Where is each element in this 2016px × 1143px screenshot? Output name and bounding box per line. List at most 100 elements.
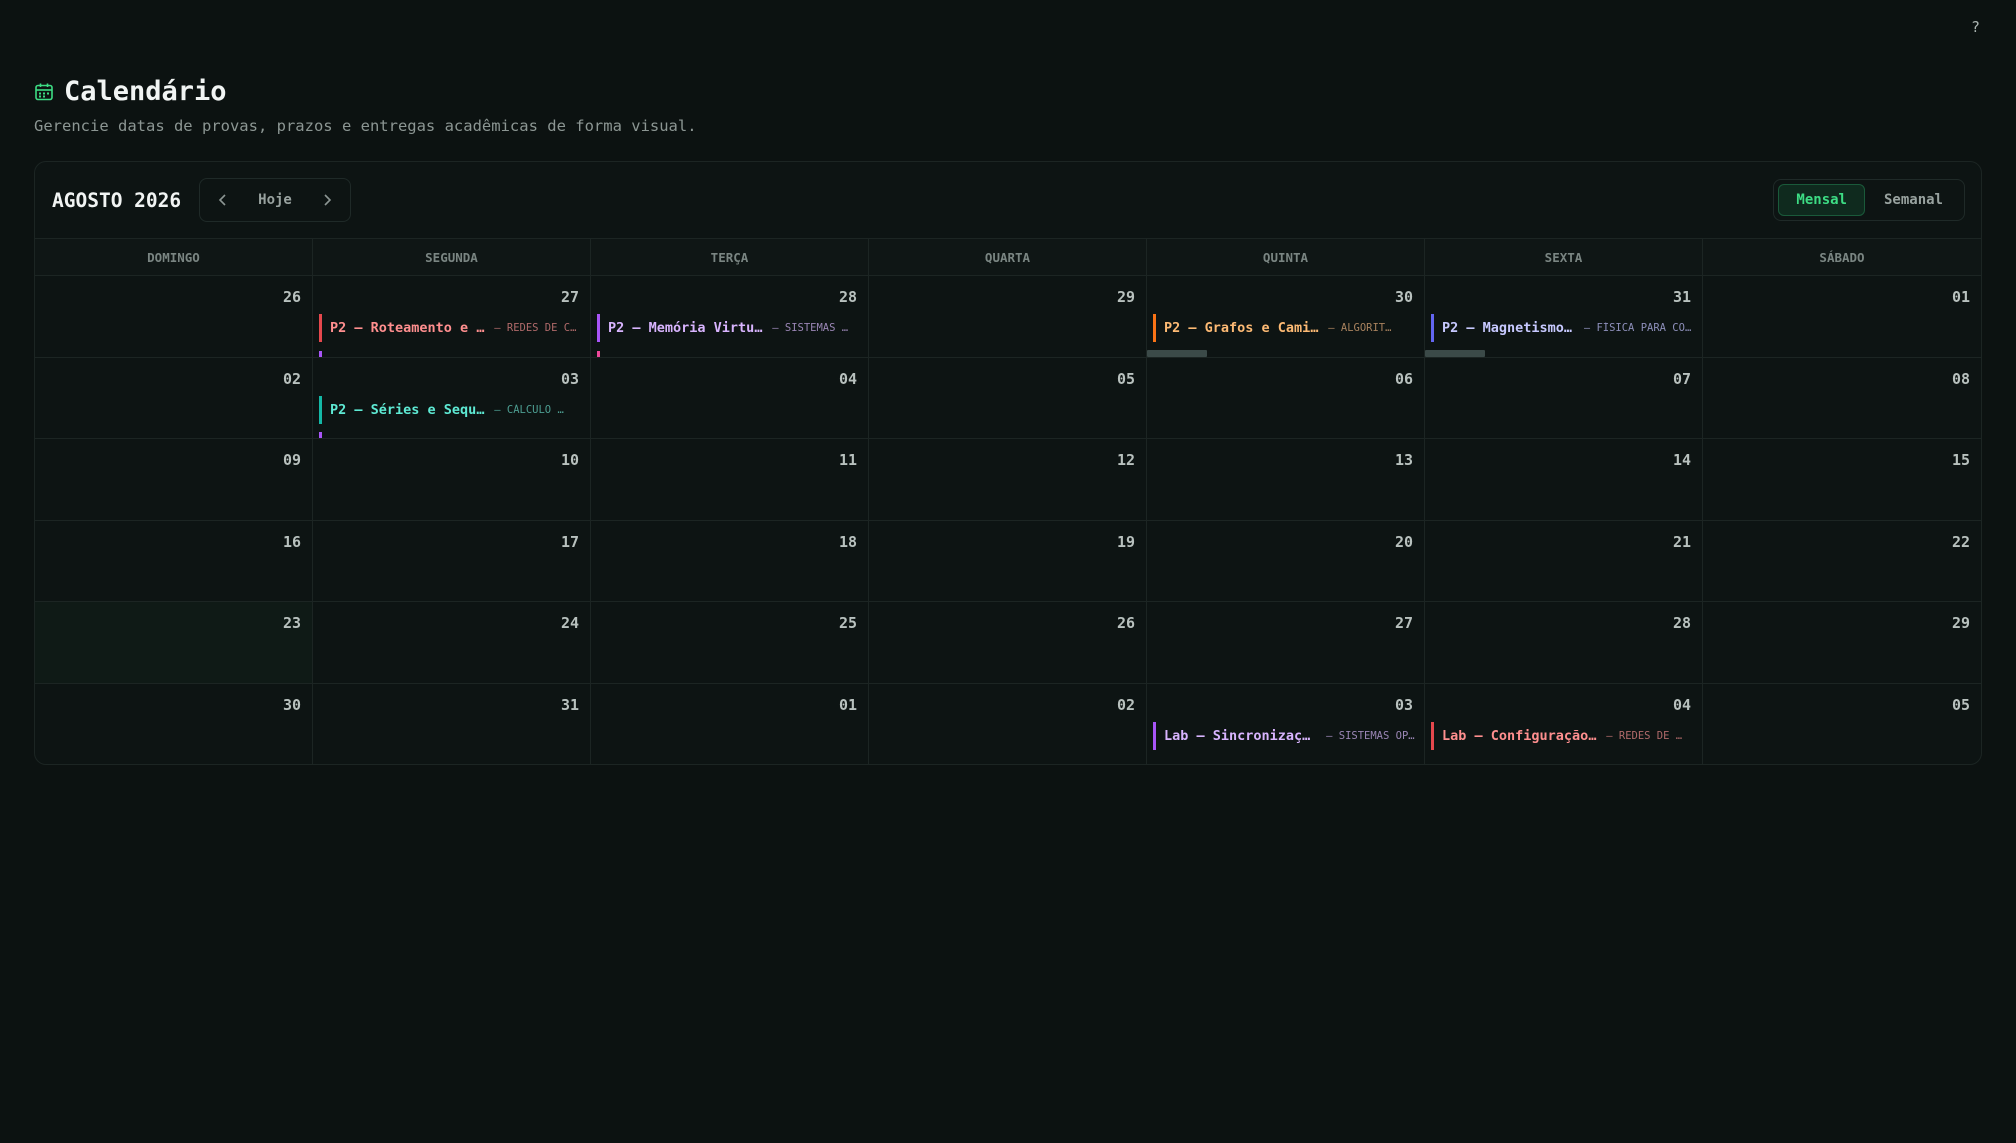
day-cell[interactable]: 25 — [591, 602, 869, 684]
day-cell[interactable]: 09 — [35, 439, 313, 521]
calendar-card: AGOSTO 2026 Hoje Mensal Semanal DOMINGO S… — [34, 161, 1982, 765]
day-number: 07 — [1672, 369, 1691, 388]
day-cell[interactable]: 26 — [35, 276, 313, 358]
day-cell[interactable]: 16 — [35, 520, 313, 602]
day-number: 29 — [1116, 288, 1135, 306]
today-button[interactable]: Hoje — [242, 192, 308, 208]
day-number: 31 — [560, 695, 579, 714]
day-cell[interactable]: 21 — [1425, 520, 1703, 602]
day-cell[interactable]: 26 — [869, 602, 1147, 684]
day-cell[interactable]: 04 — [591, 357, 869, 439]
more-events-indicator[interactable] — [1147, 349, 1207, 357]
calendar-event[interactable]: P2 — Memória Virtual … — SISTEMAS … — [597, 314, 860, 342]
day-number: 26 — [282, 288, 301, 306]
day-cell[interactable]: 01 — [591, 683, 869, 764]
more-events-marker[interactable] — [597, 350, 600, 357]
day-number: 15 — [1951, 451, 1970, 469]
day-cell[interactable]: 29 — [869, 276, 1147, 358]
day-cell[interactable]: 28 — [1425, 602, 1703, 684]
weekday-label: DOMINGO — [35, 239, 313, 275]
calendar-event[interactable]: Lab — Configuração de… — REDES DE … — [1431, 721, 1694, 750]
event-title: P2 — Séries e Sequênci… — [330, 401, 486, 418]
day-cell[interactable]: 05 — [869, 357, 1147, 439]
day-number: 24 — [560, 614, 579, 632]
day-cell[interactable]: 08 — [1703, 358, 1981, 439]
more-events-indicator[interactable] — [1425, 349, 1485, 357]
more-events-marker[interactable] — [319, 432, 322, 438]
day-number: 29 — [1951, 614, 1970, 632]
event-title: P2 — Magnetismo … — [1442, 320, 1576, 336]
day-number: 18 — [838, 532, 857, 551]
event-title: P2 — Grafos e Caminho M… — [1164, 320, 1320, 336]
day-cell[interactable]: 28 P2 — Memória Virtual … — SISTEMAS … — [591, 276, 869, 358]
day-number: 25 — [838, 614, 857, 632]
day-number: 16 — [282, 532, 301, 551]
day-number: 14 — [1672, 451, 1691, 469]
day-number: 27 — [560, 288, 579, 306]
day-number: 06 — [1394, 369, 1413, 388]
calendar-toolbar: AGOSTO 2026 Hoje Mensal Semanal — [35, 162, 1981, 239]
day-cell[interactable]: 10 — [313, 439, 591, 521]
day-cell[interactable]: 03 P2 — Séries e Sequênci… — CÁLCULO … — [313, 357, 591, 439]
day-cell[interactable]: 29 — [1703, 602, 1981, 684]
weekday-label: TERÇA — [591, 239, 869, 275]
day-cell[interactable]: 18 — [591, 520, 869, 602]
day-cell[interactable]: 20 — [1147, 520, 1425, 602]
day-cell[interactable]: 03 Lab — Sincronização… — SISTEMAS OPE… — [1147, 683, 1425, 764]
day-cell[interactable]: 14 — [1425, 439, 1703, 521]
day-cell[interactable]: 01 — [1703, 276, 1981, 358]
day-cell[interactable]: 23 — [35, 602, 313, 684]
day-cell[interactable]: 05 — [1703, 684, 1981, 765]
weekly-view-button[interactable]: Semanal — [1867, 184, 1960, 216]
page-header: Calendário Gerencie datas de provas, pra… — [34, 76, 697, 135]
month-label: AGOSTO 2026 — [52, 188, 182, 212]
day-cell[interactable]: 19 — [869, 520, 1147, 602]
weekday-header: DOMINGO SEGUNDA TERÇA QUARTA QUINTA SEXTA SÁBA… — [35, 239, 1981, 276]
day-cell[interactable]: 04 Lab — Configuração de… — REDES DE … — [1425, 683, 1703, 764]
day-cell[interactable]: 30 P2 — Grafos e Caminho M… — ALGORIT… — [1147, 276, 1425, 358]
weekday-label: SÁBADO — [1819, 249, 1865, 265]
day-cell[interactable]: 02 — [869, 683, 1147, 764]
event-course: — SISTEMAS OPE… — [1326, 729, 1416, 742]
day-cell[interactable]: 02 — [35, 357, 313, 439]
day-cell[interactable]: 12 — [869, 439, 1147, 521]
day-number: 10 — [560, 451, 579, 469]
calendar-icon — [34, 82, 54, 102]
page-title: Calendário — [64, 76, 227, 107]
calendar-event[interactable]: Lab — Sincronização… — SISTEMAS OPE… — [1153, 721, 1416, 750]
help-button[interactable]: ? — [1971, 18, 1980, 36]
event-title: P2 — Roteamento e E… — [330, 320, 487, 336]
day-cell[interactable]: 27 — [1147, 602, 1425, 684]
calendar-event[interactable]: P2 — Magnetismo … — FÍSICA PARA COM… — [1431, 314, 1694, 342]
day-cell[interactable]: 22 — [1703, 521, 1981, 602]
day-cell[interactable]: 15 — [1703, 439, 1981, 521]
day-cell[interactable]: 17 — [313, 520, 591, 602]
day-number: 30 — [282, 695, 301, 714]
day-number: 03 — [1394, 695, 1413, 714]
more-events-marker[interactable] — [319, 350, 322, 357]
day-cell[interactable]: 31 — [313, 683, 591, 764]
day-cell[interactable]: 07 — [1425, 357, 1703, 439]
next-month-button[interactable] — [310, 185, 344, 215]
day-number: 02 — [282, 369, 301, 388]
calendar-event[interactable]: P2 — Roteamento e E… — REDES DE CO… — [319, 314, 582, 342]
day-number: 05 — [1951, 695, 1970, 714]
day-cell[interactable]: 31 P2 — Magnetismo … — FÍSICA PARA COM… — [1425, 276, 1703, 358]
day-cell[interactable]: 27 P2 — Roteamento e E… — REDES DE CO… — [313, 276, 591, 358]
calendar-event[interactable]: P2 — Séries e Sequênci… — CÁLCULO … — [319, 395, 582, 424]
page-subtitle: Gerencie datas de provas, prazos e entre… — [34, 117, 697, 135]
monthly-view-button[interactable]: Mensal — [1778, 184, 1865, 216]
event-course: — SISTEMAS … — [772, 322, 849, 334]
calendar-event[interactable]: P2 — Grafos e Caminho M… — ALGORIT… — [1153, 314, 1416, 342]
day-cell[interactable]: 06 — [1147, 357, 1425, 439]
day-number: 02 — [1116, 695, 1135, 714]
previous-month-button[interactable] — [206, 185, 240, 215]
month-navigation: Hoje — [199, 178, 351, 222]
event-course: — FÍSICA PARA COM… — [1583, 322, 1694, 334]
day-cell[interactable]: 30 — [35, 683, 313, 764]
day-number: 30 — [1394, 288, 1413, 306]
day-number: 12 — [1116, 451, 1135, 469]
day-cell[interactable]: 11 — [591, 439, 869, 521]
day-cell[interactable]: 13 — [1147, 439, 1425, 521]
day-cell[interactable]: 24 — [313, 602, 591, 684]
